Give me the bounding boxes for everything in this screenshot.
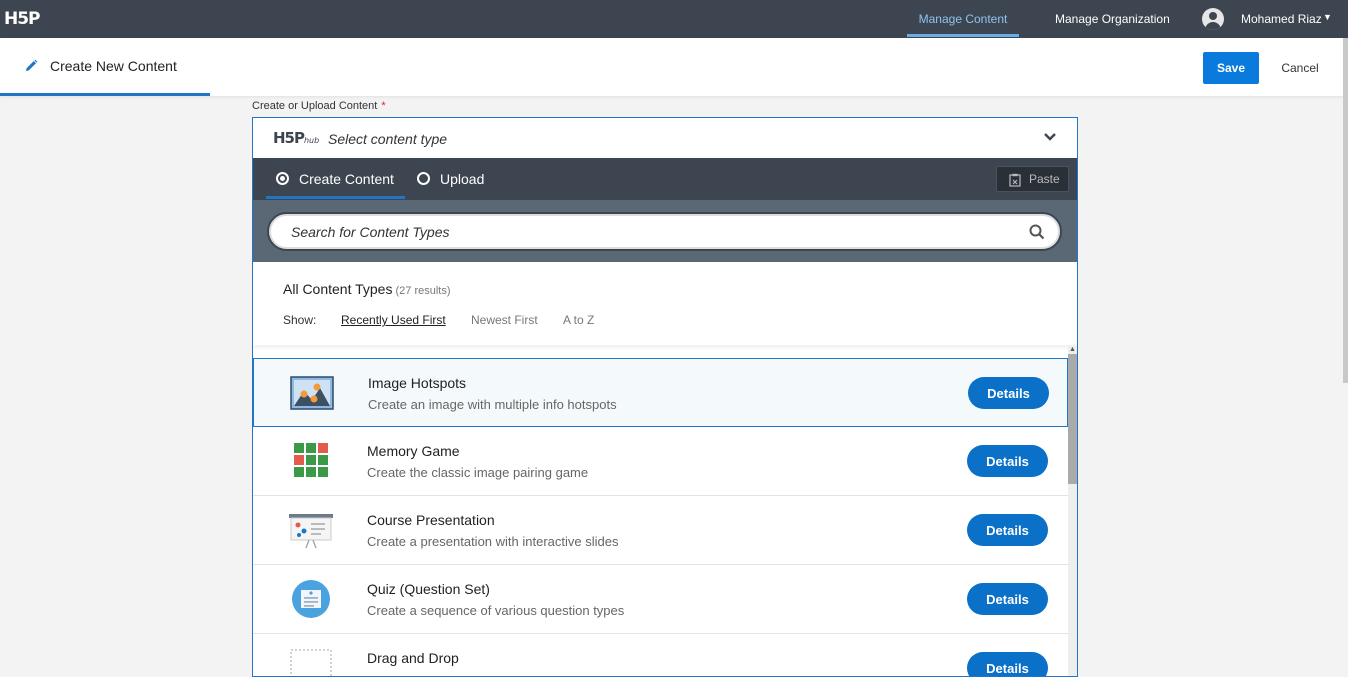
list-title: All Content Types (27 results) bbox=[283, 281, 451, 297]
details-button[interactable]: Details bbox=[967, 583, 1048, 615]
page-scrollbar[interactable] bbox=[1343, 38, 1348, 383]
radio-checked-icon bbox=[276, 172, 289, 185]
nav-manage-organization[interactable]: Manage Organization bbox=[1055, 0, 1170, 38]
drag-drop-icon bbox=[290, 649, 332, 676]
item-description: Create an image with multiple info hotsp… bbox=[368, 397, 617, 412]
item-title: Memory Game bbox=[367, 443, 460, 459]
pencil-icon bbox=[26, 59, 38, 71]
top-navbar: H5P Manage Content Manage Organization M… bbox=[0, 0, 1348, 38]
list-header: All Content Types (27 results) Show: Rece… bbox=[253, 262, 1077, 345]
cancel-button[interactable]: Cancel bbox=[1274, 52, 1326, 84]
memory-game-icon bbox=[294, 443, 328, 477]
details-button[interactable]: Details bbox=[967, 514, 1048, 546]
quiz-icon bbox=[292, 580, 330, 618]
nav-manage-content[interactable]: Manage Content bbox=[907, 0, 1019, 37]
paste-button[interactable]: Paste bbox=[996, 166, 1069, 192]
page-title: Create New Content bbox=[50, 58, 177, 74]
search-box[interactable] bbox=[267, 212, 1062, 251]
details-button[interactable]: Details bbox=[967, 445, 1048, 477]
tab-upload[interactable]: Upload bbox=[415, 158, 484, 200]
search-band bbox=[253, 200, 1077, 262]
save-button[interactable]: Save bbox=[1203, 52, 1259, 84]
content-type-select[interactable]: H5Phub Select content type bbox=[253, 118, 1077, 158]
item-description: Create the classic image pairing game bbox=[367, 465, 589, 480]
scroll-up-icon[interactable]: ▲ bbox=[1069, 346, 1076, 353]
h5p-hub-logo: H5Phub bbox=[273, 129, 320, 147]
item-title: Course Presentation bbox=[367, 512, 495, 528]
paste-icon bbox=[1009, 173, 1021, 187]
search-input[interactable] bbox=[291, 224, 991, 240]
chevron-down-icon[interactable] bbox=[1043, 132, 1057, 142]
sort-newest-first[interactable]: Newest First bbox=[471, 313, 538, 327]
sort-a-to-z[interactable]: A to Z bbox=[563, 313, 594, 327]
hub-tabs: Create Content Upload Paste bbox=[253, 158, 1077, 200]
create-new-content-tab[interactable]: Create New Content bbox=[0, 38, 210, 96]
list-scrollbar[interactable]: ▲ bbox=[1068, 346, 1077, 676]
details-button[interactable]: Details bbox=[967, 652, 1048, 676]
scrollbar-thumb[interactable] bbox=[1068, 354, 1077, 484]
item-title: Quiz (Question Set) bbox=[367, 581, 490, 597]
required-mark: * bbox=[381, 100, 386, 112]
list-item[interactable]: Drag and Drop Details bbox=[253, 634, 1068, 676]
show-label: Show: bbox=[283, 313, 317, 327]
content-type-list: Image Hotspots Create an image with mult… bbox=[253, 358, 1068, 676]
user-avatar-icon[interactable] bbox=[1202, 8, 1224, 30]
list-item[interactable]: Image Hotspots Create an image with mult… bbox=[253, 358, 1068, 427]
user-menu-caret-icon[interactable]: ▼ bbox=[1323, 12, 1332, 22]
item-description: Create a sequence of various question ty… bbox=[367, 603, 625, 618]
list-item[interactable]: Quiz (Question Set) Create a sequence of… bbox=[253, 565, 1068, 634]
item-description: Create a presentation with interactive s… bbox=[367, 534, 619, 549]
tab-create-content[interactable]: Create Content bbox=[266, 158, 405, 199]
user-name[interactable]: Mohamed Riaz bbox=[1241, 12, 1322, 26]
radio-unchecked-icon bbox=[417, 172, 430, 185]
select-content-type-text: Select content type bbox=[328, 131, 448, 147]
list-item[interactable]: Course Presentation Create a presentatio… bbox=[253, 496, 1068, 565]
details-button[interactable]: Details bbox=[968, 377, 1049, 409]
course-presentation-icon bbox=[289, 514, 333, 549]
search-icon[interactable] bbox=[1029, 224, 1045, 240]
h5p-logo[interactable]: H5P bbox=[4, 9, 41, 29]
list-item[interactable]: Memory Game Create the classic image pai… bbox=[253, 427, 1068, 496]
content-header: Create New Content Save Cancel bbox=[0, 38, 1348, 96]
field-label: Create or Upload Content * bbox=[252, 100, 386, 112]
sort-recently-used[interactable]: Recently Used First bbox=[341, 313, 446, 327]
item-title: Image Hotspots bbox=[368, 375, 467, 391]
image-hotspots-icon bbox=[290, 376, 334, 410]
result-count: (27 results) bbox=[395, 285, 451, 297]
item-title: Drag and Drop bbox=[367, 650, 459, 666]
h5p-hub-panel: H5Phub Select content type Create Conten… bbox=[252, 117, 1078, 677]
